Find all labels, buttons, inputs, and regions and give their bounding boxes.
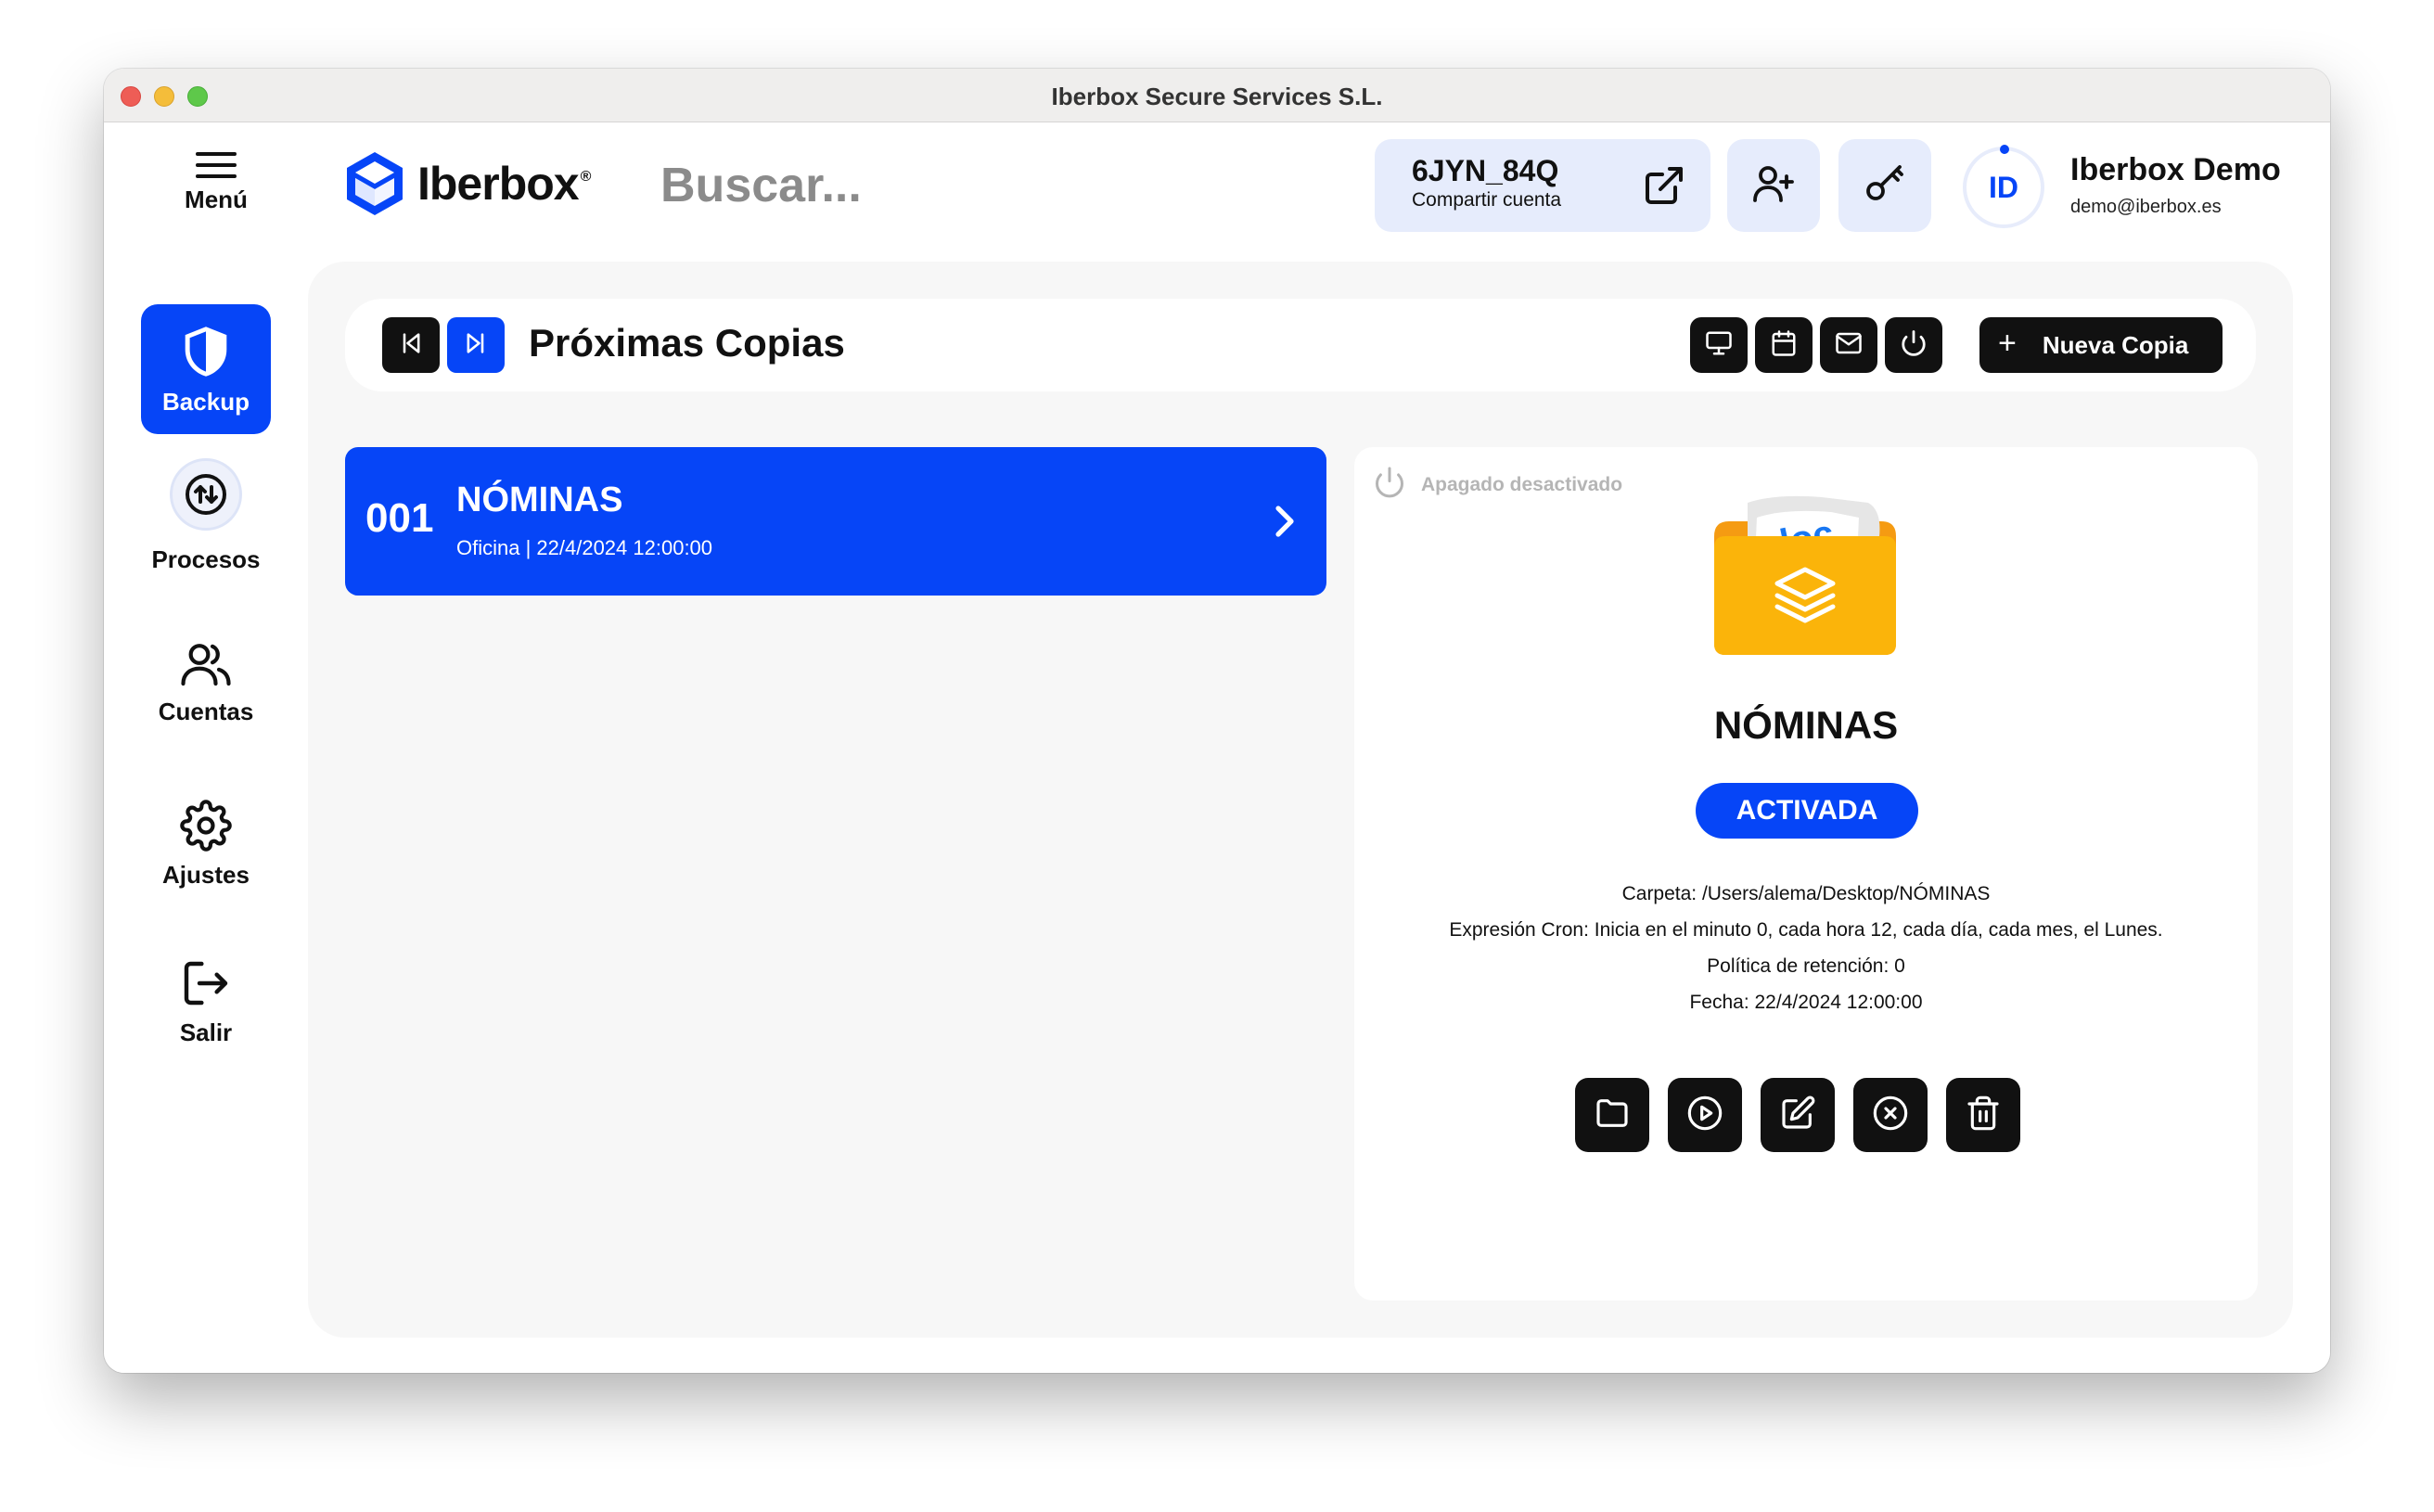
skip-forward-icon: [463, 330, 489, 361]
cron-expression: Expresión Cron: Inicia en el minuto 0, c…: [1449, 919, 2163, 941]
toolbar: Próximas Copias + Nueva Copia: [345, 299, 2256, 391]
trash-icon: [1965, 1095, 2002, 1136]
schedule-date: Fecha: 22/4/2024 12:00:00: [1689, 992, 1923, 1013]
logo-registered-mark: ®: [580, 169, 592, 185]
main-panel: Próximas Copias + Nueva Copia 001 NÓMINA…: [308, 262, 2293, 1338]
list-item[interactable]: 001 NÓMINAS Oficina | 22/4/2024 12:00:00: [345, 447, 1326, 596]
run-button[interactable]: [1668, 1078, 1742, 1152]
share-account-button[interactable]: 6JYN_84Q Compartir cuenta: [1375, 139, 1710, 232]
sidebar-item-ajustes[interactable]: Ajustes: [141, 800, 271, 890]
app-window: Iberbox Secure Services S.L. Menú Backup: [104, 69, 2330, 1373]
users-icon: [141, 640, 271, 688]
key-icon: [1863, 161, 1907, 211]
open-folder-button[interactable]: [1575, 1078, 1649, 1152]
sidebar-item-salir[interactable]: Salir: [141, 957, 271, 1047]
avatar-status-dot: [2000, 145, 2009, 154]
power-button[interactable]: [1885, 317, 1942, 373]
skip-back-icon: [398, 330, 424, 361]
sidebar-item-procesos[interactable]: Procesos: [141, 458, 271, 574]
power-status: Apagado desactivado: [1373, 466, 1622, 504]
folder-icon: [1594, 1095, 1631, 1136]
mail-button[interactable]: [1820, 317, 1877, 373]
folder-path: Carpeta: /Users/alema/Desktop/NÓMINAS: [1621, 883, 1991, 904]
calendar-button[interactable]: [1755, 317, 1813, 373]
sidebar-item-cuentas[interactable]: Cuentas: [141, 640, 271, 726]
play-icon: [1686, 1095, 1723, 1136]
last-page-button[interactable]: [447, 317, 505, 373]
monitor-button[interactable]: [1690, 317, 1748, 373]
page-title: Próximas Copias: [529, 321, 845, 365]
item-subtitle: Oficina | 22/4/2024 12:00:00: [456, 536, 713, 559]
folder-illustration: doc: [1710, 484, 1900, 655]
sidebar-item-label: Ajustes: [162, 861, 250, 889]
avatar[interactable]: ID: [1963, 145, 2044, 228]
detail-panel: Apagado desactivado doc: [1354, 447, 2258, 1301]
app-content: Menú Backup Procesos Cuentas Ajustes Sal…: [104, 122, 2330, 1373]
edit-button[interactable]: [1761, 1078, 1835, 1152]
power-status-label: Apagado desactivado: [1421, 473, 1623, 495]
calendar-icon: [1770, 329, 1798, 362]
detail-actions: [1575, 1078, 2039, 1152]
logo-text: Iberbox: [417, 158, 580, 210]
retention-policy: Política de retención: 0: [1707, 955, 1905, 977]
sidebar-item-label: Cuentas: [158, 698, 254, 725]
shield-icon: [141, 325, 271, 378]
window-title: Iberbox Secure Services S.L.: [1051, 83, 1383, 110]
item-number: 001: [365, 495, 434, 541]
detail-info: Carpeta: /Users/alema/Desktop/NÓMINAS Ex…: [1354, 876, 2258, 1020]
item-name: NÓMINAS: [456, 481, 623, 519]
gear-icon: [141, 800, 271, 852]
sidebar-item-label: Salir: [179, 1019, 233, 1046]
sidebar-item-label: Procesos: [151, 545, 261, 573]
mail-icon: [1835, 329, 1863, 362]
avatar-initials: ID: [1989, 170, 2018, 204]
user-plus-icon: [1751, 161, 1796, 211]
share-account-label: Compartir cuenta: [1412, 189, 1562, 211]
monitor-icon: [1705, 329, 1733, 362]
menu-button[interactable]: Menú: [165, 152, 267, 214]
edit-icon: [1779, 1095, 1816, 1136]
detail-title: NÓMINAS: [1713, 703, 1899, 747]
hamburger-icon: [196, 152, 237, 178]
cancel-button[interactable]: [1853, 1078, 1928, 1152]
sync-icon: [170, 458, 242, 531]
new-copy-label: Nueva Copia: [2042, 330, 2189, 359]
sidebar-item-label: Backup: [162, 388, 250, 416]
account-code: 6JYN_84Q: [1412, 154, 1559, 187]
delete-button[interactable]: [1946, 1078, 2020, 1152]
title-bar: Iberbox Secure Services S.L.: [104, 69, 2330, 122]
sidebar-item-backup[interactable]: Backup: [141, 304, 271, 434]
first-page-button[interactable]: [382, 317, 440, 373]
logo-cube-icon: [347, 152, 403, 215]
search-input[interactable]: [660, 158, 994, 213]
user-email: demo@iberbox.es: [2070, 197, 2222, 217]
power-icon: [1373, 466, 1406, 504]
menu-label: Menú: [185, 186, 248, 213]
power-icon: [1900, 329, 1928, 362]
new-copy-button[interactable]: + Nueva Copia: [1979, 317, 2223, 373]
key-button[interactable]: [1838, 139, 1931, 232]
chevron-right-icon: [1269, 503, 1299, 545]
cancel-icon: [1872, 1095, 1909, 1136]
user-name: Iberbox Demo: [2070, 152, 2281, 187]
add-user-button[interactable]: [1727, 139, 1820, 232]
brand-logo[interactable]: Iberbox ®: [343, 150, 591, 217]
plus-icon: +: [1998, 326, 2017, 361]
status-badge: ACTIVADA: [1696, 783, 1918, 839]
logout-icon: [141, 957, 271, 1009]
external-link-icon: [1642, 163, 1686, 212]
